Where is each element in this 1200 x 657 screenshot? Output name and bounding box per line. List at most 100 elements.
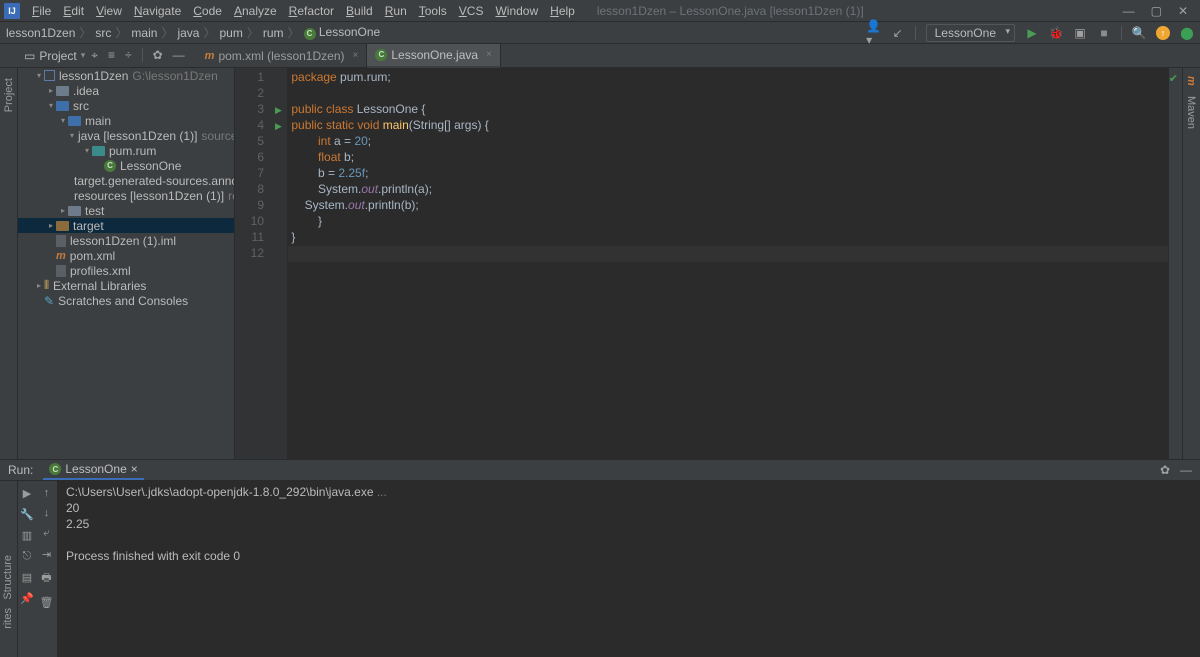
- gutter-run-icon[interactable]: ▶: [275, 105, 282, 116]
- tree-row[interactable]: ✎Scratches and Consoles: [18, 293, 234, 308]
- run-tab[interactable]: C LessonOne ×: [43, 460, 143, 480]
- structure-strip-label[interactable]: Structure: [0, 551, 16, 604]
- debug-button[interactable]: 🐞: [1049, 26, 1063, 40]
- hide-icon[interactable]: —: [173, 48, 185, 63]
- tree-row[interactable]: profiles.xml: [18, 263, 234, 278]
- project-icon: ▭: [24, 49, 35, 63]
- pin-icon[interactable]: 📌: [20, 592, 34, 605]
- breadcrumb-item[interactable]: java: [177, 26, 199, 40]
- rerun-icon[interactable]: ▶: [23, 487, 31, 500]
- select-opened-icon[interactable]: ⌖: [91, 48, 98, 63]
- tree-row[interactable]: resources [lesson1Dzen (1)]resources r: [18, 188, 234, 203]
- tree-row[interactable]: ▾java [lesson1Dzen (1)]sources root: [18, 128, 234, 143]
- menu-run[interactable]: Run: [379, 2, 413, 20]
- run-settings-icon[interactable]: ✿: [1160, 463, 1170, 477]
- code-line[interactable]: float b;: [288, 150, 1168, 166]
- close-icon[interactable]: ✕: [1178, 4, 1188, 18]
- code-line[interactable]: public static void main(String[] args) {: [288, 118, 1168, 134]
- menu-help[interactable]: Help: [544, 2, 581, 20]
- update-icon[interactable]: ↑: [1156, 26, 1170, 40]
- menu-refactor[interactable]: Refactor: [283, 2, 340, 20]
- project-strip-label[interactable]: Project: [3, 78, 15, 112]
- code-line[interactable]: }: [288, 230, 1168, 246]
- tree-row[interactable]: ▸target: [18, 218, 234, 233]
- menu-window[interactable]: Window: [489, 2, 544, 20]
- stop-button[interactable]: ■: [1097, 26, 1111, 40]
- breadcrumb-item[interactable]: main: [131, 26, 157, 40]
- breadcrumb-item[interactable]: rum: [263, 26, 284, 40]
- tree-row[interactable]: ▸⫴External Libraries: [18, 278, 234, 293]
- minimize-icon[interactable]: —: [1123, 4, 1135, 18]
- menu-code[interactable]: Code: [187, 2, 228, 20]
- code-line[interactable]: b = 2.25f;: [288, 166, 1168, 182]
- tree-row[interactable]: ▾src: [18, 98, 234, 113]
- print-icon[interactable]: 🖶: [41, 569, 51, 588]
- scroll-icon[interactable]: ⇥: [42, 548, 51, 561]
- run-config-selector[interactable]: LessonOne: [926, 24, 1015, 42]
- menu-tools[interactable]: Tools: [413, 2, 453, 20]
- layout-icon[interactable]: ▤: [22, 571, 32, 584]
- user-icon[interactable]: 👤▾: [867, 26, 881, 40]
- run-coverage-button[interactable]: ▣: [1073, 26, 1087, 40]
- tab-close-icon[interactable]: ×: [131, 462, 138, 476]
- wrench-icon[interactable]: 🔧: [20, 508, 34, 521]
- breadcrumb-item[interactable]: lesson1Dzen: [6, 26, 75, 40]
- code-line[interactable]: System.out.println(a);: [288, 182, 1168, 198]
- maven-strip-label[interactable]: Maven: [1183, 94, 1199, 131]
- breadcrumb-item[interactable]: C LessonOne: [304, 25, 381, 40]
- gutter-run-icon[interactable]: ▶: [275, 121, 282, 132]
- shield-icon[interactable]: ⬤: [1180, 26, 1194, 40]
- wrap-icon[interactable]: ⤶: [43, 527, 49, 540]
- tab-close-icon[interactable]: ×: [486, 49, 492, 60]
- expand-all-icon[interactable]: ≡: [108, 48, 115, 63]
- tab-close-icon[interactable]: ×: [353, 50, 359, 61]
- collapse-all-icon[interactable]: ÷: [125, 48, 132, 63]
- exit-icon[interactable]: ⎋: [23, 550, 32, 563]
- down-icon[interactable]: ↓: [44, 507, 50, 519]
- project-tree[interactable]: ▾lesson1DzenG:\lesson1Dzen▸.idea▾src▾mai…: [18, 68, 235, 459]
- project-tool-label[interactable]: ▭ Project ▾: [18, 49, 91, 63]
- menu-view[interactable]: View: [90, 2, 128, 20]
- menu-vcs[interactable]: VCS: [453, 2, 490, 20]
- up-icon[interactable]: ↑: [44, 487, 50, 499]
- dump-icon[interactable]: ▥: [22, 529, 32, 542]
- tree-row[interactable]: CLessonOne: [18, 158, 234, 173]
- run-gutter[interactable]: ▶▶: [270, 68, 288, 459]
- search-icon[interactable]: 🔍: [1132, 26, 1146, 40]
- window-title: lesson1Dzen – LessonOne.java [lesson1Dze…: [597, 4, 864, 18]
- tree-row[interactable]: mpom.xml: [18, 248, 234, 263]
- editor-tab[interactable]: mpom.xml (lesson1Dzen)×: [197, 44, 368, 68]
- breadcrumb-item[interactable]: src: [95, 26, 111, 40]
- tree-row[interactable]: target.generated-sources.annotation: [18, 173, 234, 188]
- code-line[interactable]: int a = 20;: [288, 134, 1168, 150]
- code-line[interactable]: public class LessonOne {: [288, 102, 1168, 118]
- menu-navigate[interactable]: Navigate: [128, 2, 187, 20]
- code-editor[interactable]: 123456789101112 ▶▶ package pum.rum; publ…: [235, 68, 1182, 459]
- code-line[interactable]: }: [288, 214, 1168, 230]
- git-back-icon[interactable]: ↙: [891, 26, 905, 40]
- run-button[interactable]: ▶: [1025, 26, 1039, 40]
- run-hide-icon[interactable]: —: [1180, 463, 1192, 477]
- editor-tab[interactable]: CLessonOne.java×: [367, 44, 501, 68]
- breadcrumb-item[interactable]: pum: [219, 26, 242, 40]
- maximize-icon[interactable]: ▢: [1151, 4, 1162, 18]
- tree-row[interactable]: ▸test: [18, 203, 234, 218]
- menu-analyze[interactable]: Analyze: [228, 2, 283, 20]
- code-line[interactable]: [288, 246, 1168, 262]
- tree-row[interactable]: ▸.idea: [18, 83, 234, 98]
- code-line[interactable]: System.out.println(b);: [288, 198, 1168, 214]
- code-line[interactable]: package pum.rum;: [288, 70, 1168, 86]
- menu-file[interactable]: File: [26, 2, 57, 20]
- tree-row[interactable]: lesson1Dzen (1).iml: [18, 233, 234, 248]
- console-output[interactable]: C:\Users\User\.jdks\adopt-openjdk-1.8.0_…: [58, 481, 1200, 657]
- maven-strip-icon[interactable]: m: [1183, 74, 1199, 88]
- tree-row[interactable]: ▾lesson1DzenG:\lesson1Dzen: [18, 68, 234, 83]
- menu-build[interactable]: Build: [340, 2, 379, 20]
- code-line[interactable]: [288, 86, 1168, 102]
- tree-row[interactable]: ▾main: [18, 113, 234, 128]
- inspection-ok-icon[interactable]: ✔: [1169, 72, 1178, 85]
- menu-edit[interactable]: Edit: [57, 2, 90, 20]
- tree-row[interactable]: ▾pum.rum: [18, 143, 234, 158]
- settings-icon[interactable]: ✿: [153, 48, 163, 63]
- trash-icon[interactable]: 🗑: [40, 596, 54, 609]
